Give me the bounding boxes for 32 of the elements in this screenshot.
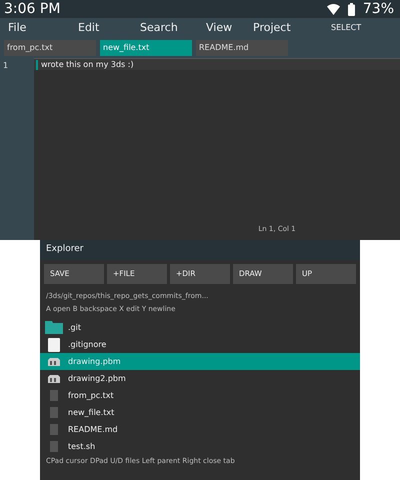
battery-icon: [348, 2, 355, 16]
panel-title: Explorer: [40, 240, 360, 260]
menu-item[interactable]: View: [206, 20, 232, 36]
menu-item[interactable]: Search: [140, 20, 178, 36]
file-icon: [48, 338, 60, 352]
wifi-icon: [326, 4, 340, 14]
file-row[interactable]: .git: [40, 319, 360, 336]
document-icon: [50, 390, 58, 401]
text-cursor: [36, 60, 38, 70]
file-tab[interactable]: from_pc.txt: [4, 40, 96, 56]
file-row[interactable]: README.md: [40, 421, 360, 438]
menu-item[interactable]: File: [8, 20, 26, 36]
clock: 3:06 PM: [4, 0, 60, 18]
file-row[interactable]: from_pc.txt: [40, 387, 360, 404]
menu-item[interactable]: SELECT: [331, 22, 362, 34]
image-file-icon: [48, 374, 60, 383]
menu-item[interactable]: Project: [253, 20, 291, 36]
menu-item[interactable]: Edit: [78, 20, 100, 36]
file-row[interactable]: drawing2.pbm: [40, 370, 360, 387]
document-icon: [50, 424, 58, 435]
battery-level: 73%: [362, 0, 394, 18]
file-tab[interactable]: new_file.txt: [100, 40, 192, 56]
file-row[interactable]: test.sh: [40, 438, 360, 455]
file-row[interactable]: .gitignore: [40, 336, 360, 353]
line-number: 1: [3, 60, 10, 72]
folder-icon: [45, 321, 63, 334]
document-icon: [50, 407, 58, 418]
document-icon: [50, 441, 58, 452]
file-tab[interactable]: README.md: [196, 40, 288, 56]
image-file-icon: [48, 357, 60, 366]
file-row[interactable]: new_file.txt: [40, 404, 360, 421]
code-line: wrote this on my 3ds :): [41, 58, 134, 70]
